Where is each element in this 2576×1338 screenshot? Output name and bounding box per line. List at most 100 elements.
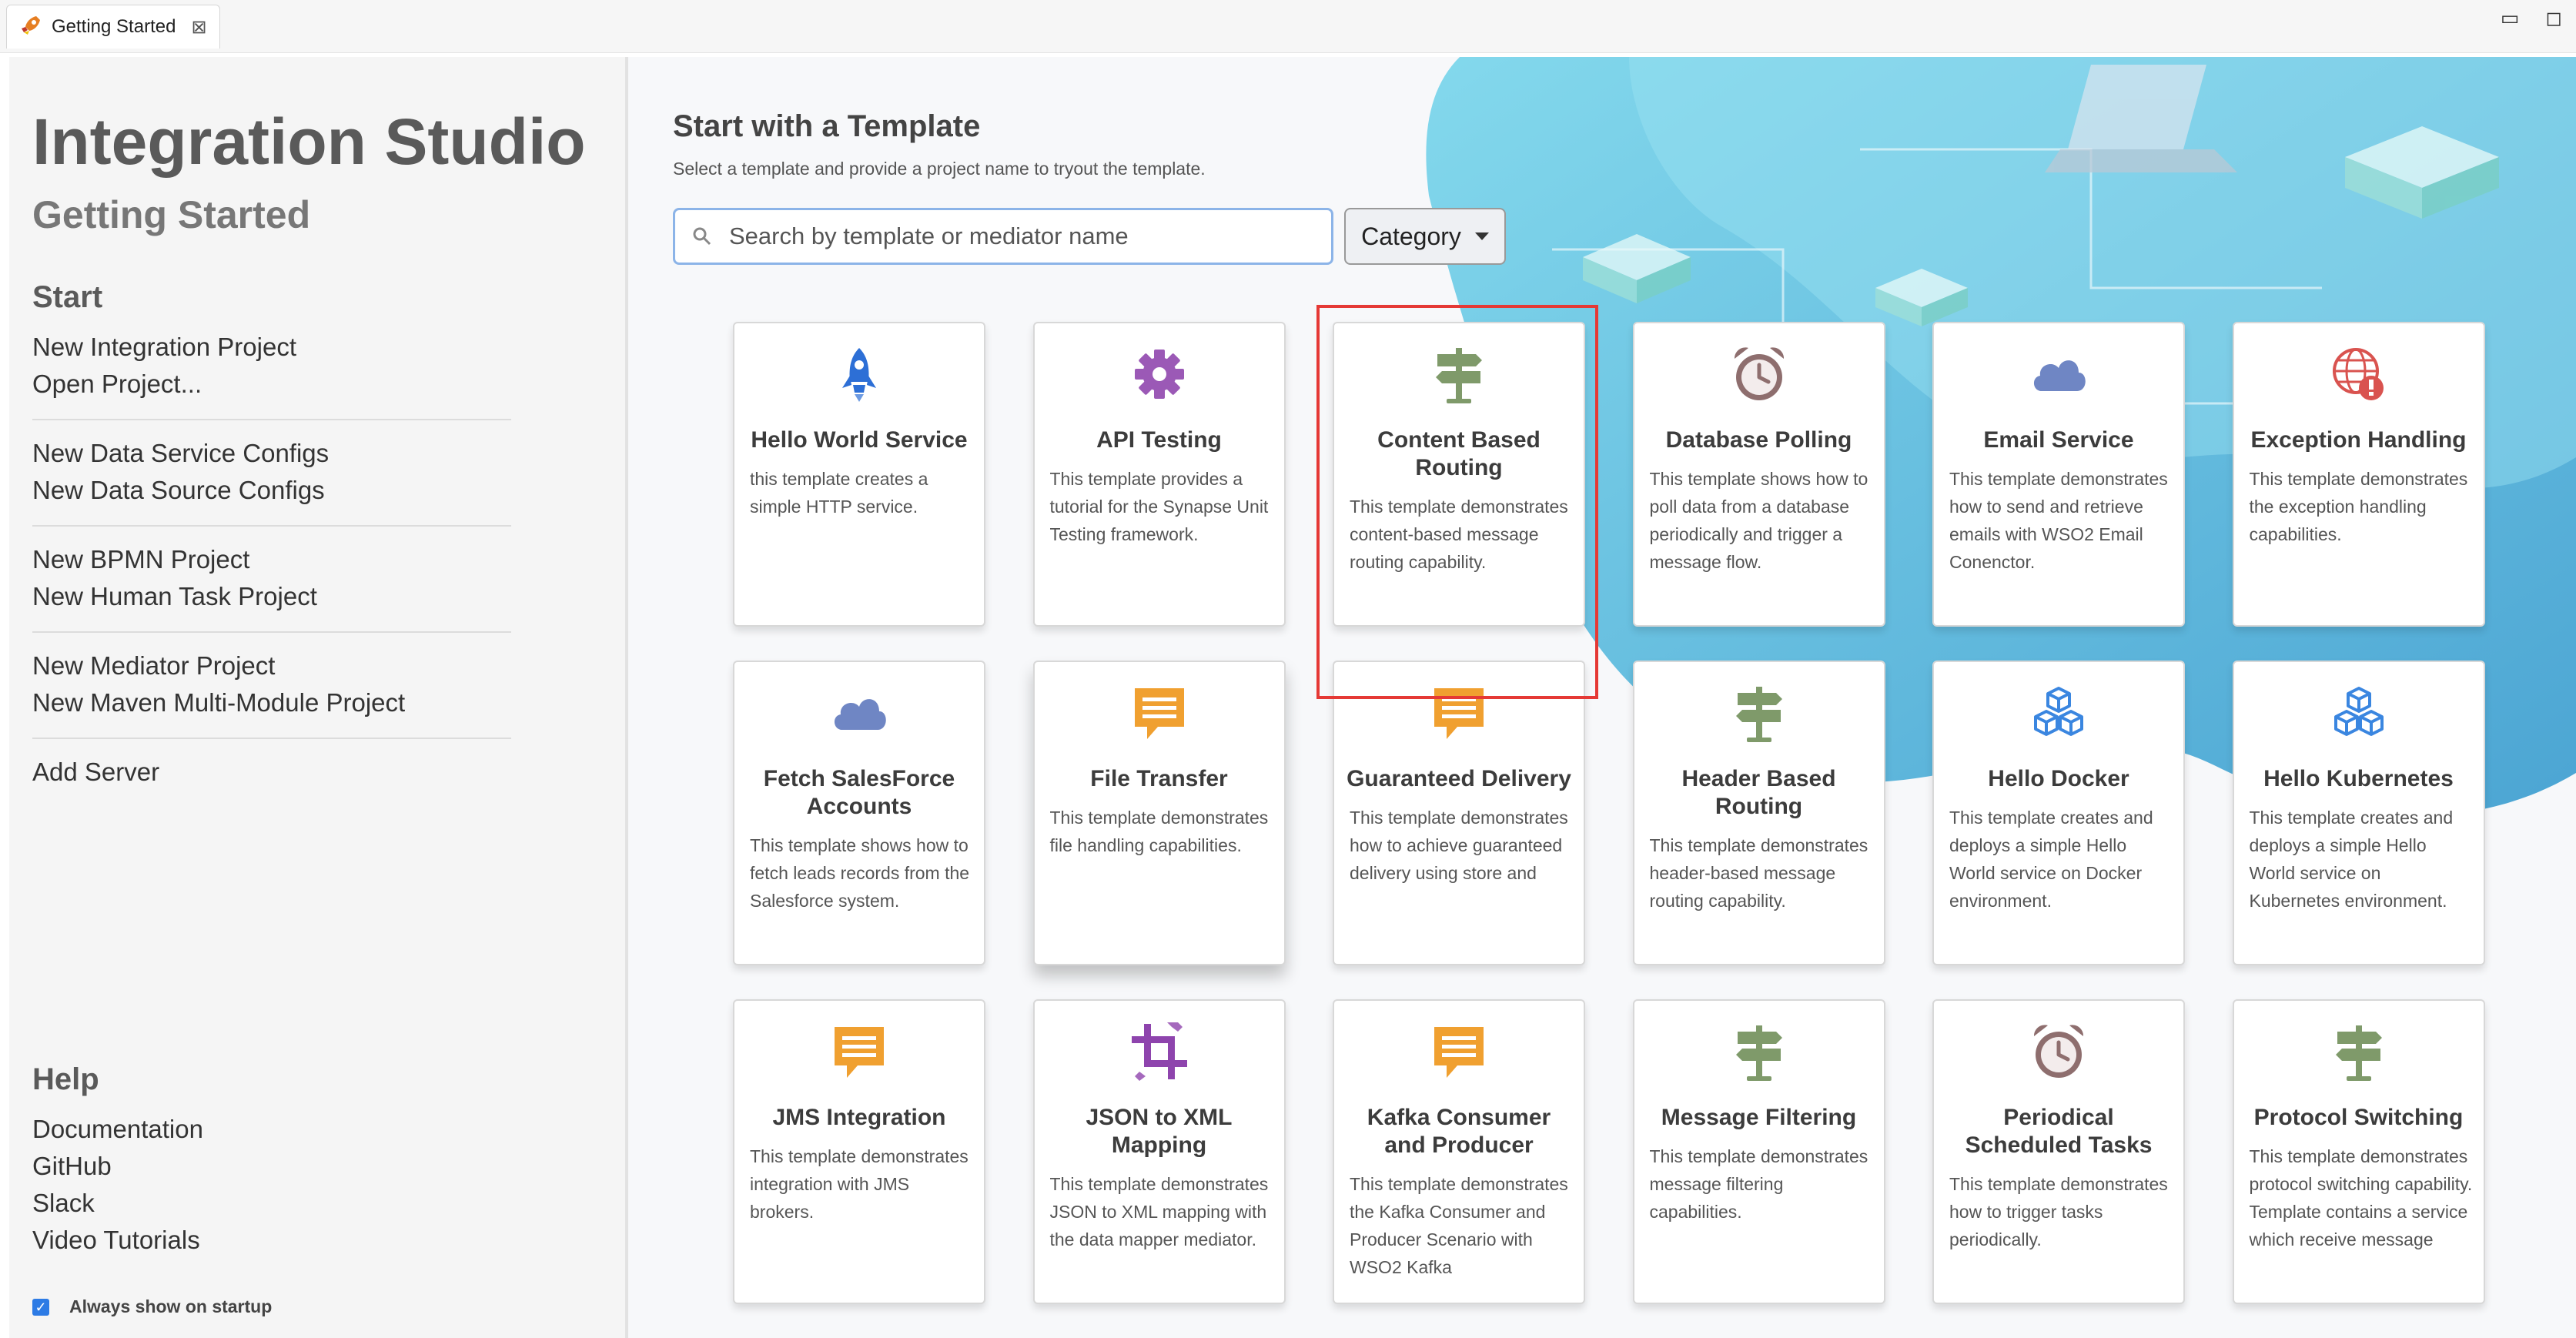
template-card-description: This template demonstrates integration w… [750,1146,969,1222]
template-card-title: Kafka Consumer and Producer [1367,1105,1551,1158]
maximize-icon[interactable]: ◻ [2545,6,2562,30]
alarm-clock-icon [1934,1021,2183,1082]
template-card[interactable]: Fetch SalesForce Accounts This template s… [733,661,985,965]
template-card-description: This template shows how to poll data fro… [1649,469,1868,572]
template-card[interactable]: Hello Docker This template creates and de… [1932,661,2185,965]
template-card[interactable]: File Transfer This template demonstrates … [1032,661,1286,965]
search-box[interactable] [673,208,1333,265]
sidebar: Integration Studio Getting Started Start… [9,57,628,1338]
template-card[interactable]: Hello World Service this template creates… [733,322,985,627]
template-card[interactable]: JSON to XML Mapping This template demonst… [1032,999,1286,1304]
open-project-link[interactable]: Open Project... [32,370,202,399]
message-icon [1334,1021,1584,1082]
template-card-title: Hello Docker [1988,766,2129,791]
template-card-title: Hello Kubernetes [2263,766,2454,791]
template-card-title: File Transfer [1090,766,1228,791]
template-card-title: JSON to XML Mapping [1086,1105,1233,1158]
template-card-description: This template creates and deploys a simp… [2249,808,2454,911]
template-card-description: This template demonstrates the exception… [2249,469,2468,544]
template-card-title: Exception Handling [2250,427,2467,453]
chevron-down-icon [1474,232,1489,240]
category-dropdown[interactable]: Category [1344,208,1506,265]
template-card-description: This template demonstrates how to send a… [1949,469,2168,572]
close-icon[interactable]: ⊠ [191,16,206,38]
alarm-clock-icon [1634,343,1884,405]
rocket-icon [19,14,42,41]
template-card[interactable]: Database Polling This template shows how … [1632,322,1885,627]
page-subtitle: Select a template and provide a project … [673,159,1206,179]
template-card-title: JMS Integration [772,1105,946,1130]
template-gallery: Start with a Template Select a template … [628,57,2576,1338]
new-data-service-configs-link[interactable]: New Data Service Configs [32,439,329,468]
new-human-task-project-link[interactable]: New Human Task Project [32,582,317,611]
template-card[interactable]: Kafka Consumer and Producer This template… [1333,999,1585,1304]
always-show-on-startup[interactable]: ✓ Always show on startup [32,1296,272,1317]
template-card[interactable]: Periodical Scheduled Tasks This template … [1932,999,2185,1304]
template-card-title: API Testing [1096,427,1222,453]
start-heading: Start [32,280,103,314]
signpost-icon [1334,343,1584,405]
add-server-link[interactable]: Add Server [32,758,159,787]
template-card[interactable]: Header Based Routing This template demons… [1632,661,1885,965]
message-icon [734,1021,984,1082]
slack-link[interactable]: Slack [32,1189,95,1218]
new-integration-project-link[interactable]: New Integration Project [32,333,296,362]
template-card-description: This template provides a tutorial for th… [1049,469,1269,544]
message-icon [1035,682,1284,744]
cloud-icon [1934,343,2183,405]
template-card[interactable]: Protocol Switching This template demonstr… [2232,999,2485,1304]
app-subtitle: Getting Started [32,193,311,236]
new-maven-multi-module-project-link[interactable]: New Maven Multi-Module Project [32,688,405,718]
template-card[interactable]: Hello Kubernetes This template creates an… [2232,661,2485,965]
message-icon [1334,682,1584,744]
template-card-title: Database Polling [1665,427,1852,453]
template-card[interactable]: Guaranteed Delivery This template demonst… [1333,661,1585,965]
template-card-description: This template demonstrates how to achiev… [1350,808,1568,883]
cloud-icon [734,682,984,744]
template-card[interactable]: JMS Integration This template demonstrate… [733,999,985,1304]
tab-title: Getting Started [52,16,176,37]
template-card-description: this template creates a simple HTTP serv… [750,469,928,517]
divider [32,631,511,633]
documentation-link[interactable]: Documentation [32,1115,203,1144]
template-card-title: Message Filtering [1661,1105,1857,1130]
new-data-source-configs-link[interactable]: New Data Source Configs [32,476,325,505]
globe-alert-icon [2234,343,2484,405]
signpost-icon [1634,1021,1884,1082]
template-card[interactable]: Content Based Routing This template demon… [1333,322,1585,627]
video-tutorials-link[interactable]: Video Tutorials [32,1226,200,1255]
gear-icon [1035,343,1284,405]
template-card[interactable]: Message Filtering This template demonstra… [1632,999,1885,1304]
new-mediator-project-link[interactable]: New Mediator Project [32,651,275,681]
category-label: Category [1361,222,1461,250]
template-card-description: This template demonstrates content-based… [1350,497,1568,572]
always-show-label: Always show on startup [69,1296,273,1316]
cubes-icon [2234,682,2484,744]
signpost-icon [1634,682,1884,744]
new-bpmn-project-link[interactable]: New BPMN Project [32,545,249,574]
page-title: Start with a Template [673,109,981,143]
template-card[interactable]: Exception Handling This template demonstr… [2232,322,2485,627]
always-show-checkbox[interactable]: ✓ [32,1298,49,1316]
template-card-description: This template demonstrates how to trigge… [1949,1174,2168,1249]
github-link[interactable]: GitHub [32,1152,112,1181]
template-card-title: Guaranteed Delivery [1347,766,1571,791]
template-card-description: This template demonstrates message filte… [1649,1146,1868,1222]
template-card-title: Periodical Scheduled Tasks [1965,1105,2153,1158]
template-card-title: Protocol Switching [2253,1105,2464,1130]
cubes-icon [1934,682,2183,744]
divider [32,525,511,527]
template-card-description: This template shows how to fetch leads r… [750,835,970,911]
template-card[interactable]: Email Service This template demonstrates … [1932,322,2185,627]
search-input[interactable] [728,222,1316,251]
help-heading: Help [32,1062,99,1096]
template-card-description: This template demonstrates protocol swit… [2249,1146,2473,1249]
app-title: Integration Studio [32,105,586,178]
template-card-description: This template demonstrates file handling… [1049,808,1269,855]
editor-tab-strip: Getting Started ⊠ ▭ ◻ [0,0,2576,53]
tab-getting-started[interactable]: Getting Started ⊠ [6,5,220,49]
minimize-icon[interactable]: ▭ [2501,6,2520,30]
template-card-description: This template demonstrates JSON to XML m… [1049,1174,1269,1249]
crop-icon [1035,1021,1284,1082]
template-card[interactable]: API Testing This template provides a tuto… [1032,322,1286,627]
